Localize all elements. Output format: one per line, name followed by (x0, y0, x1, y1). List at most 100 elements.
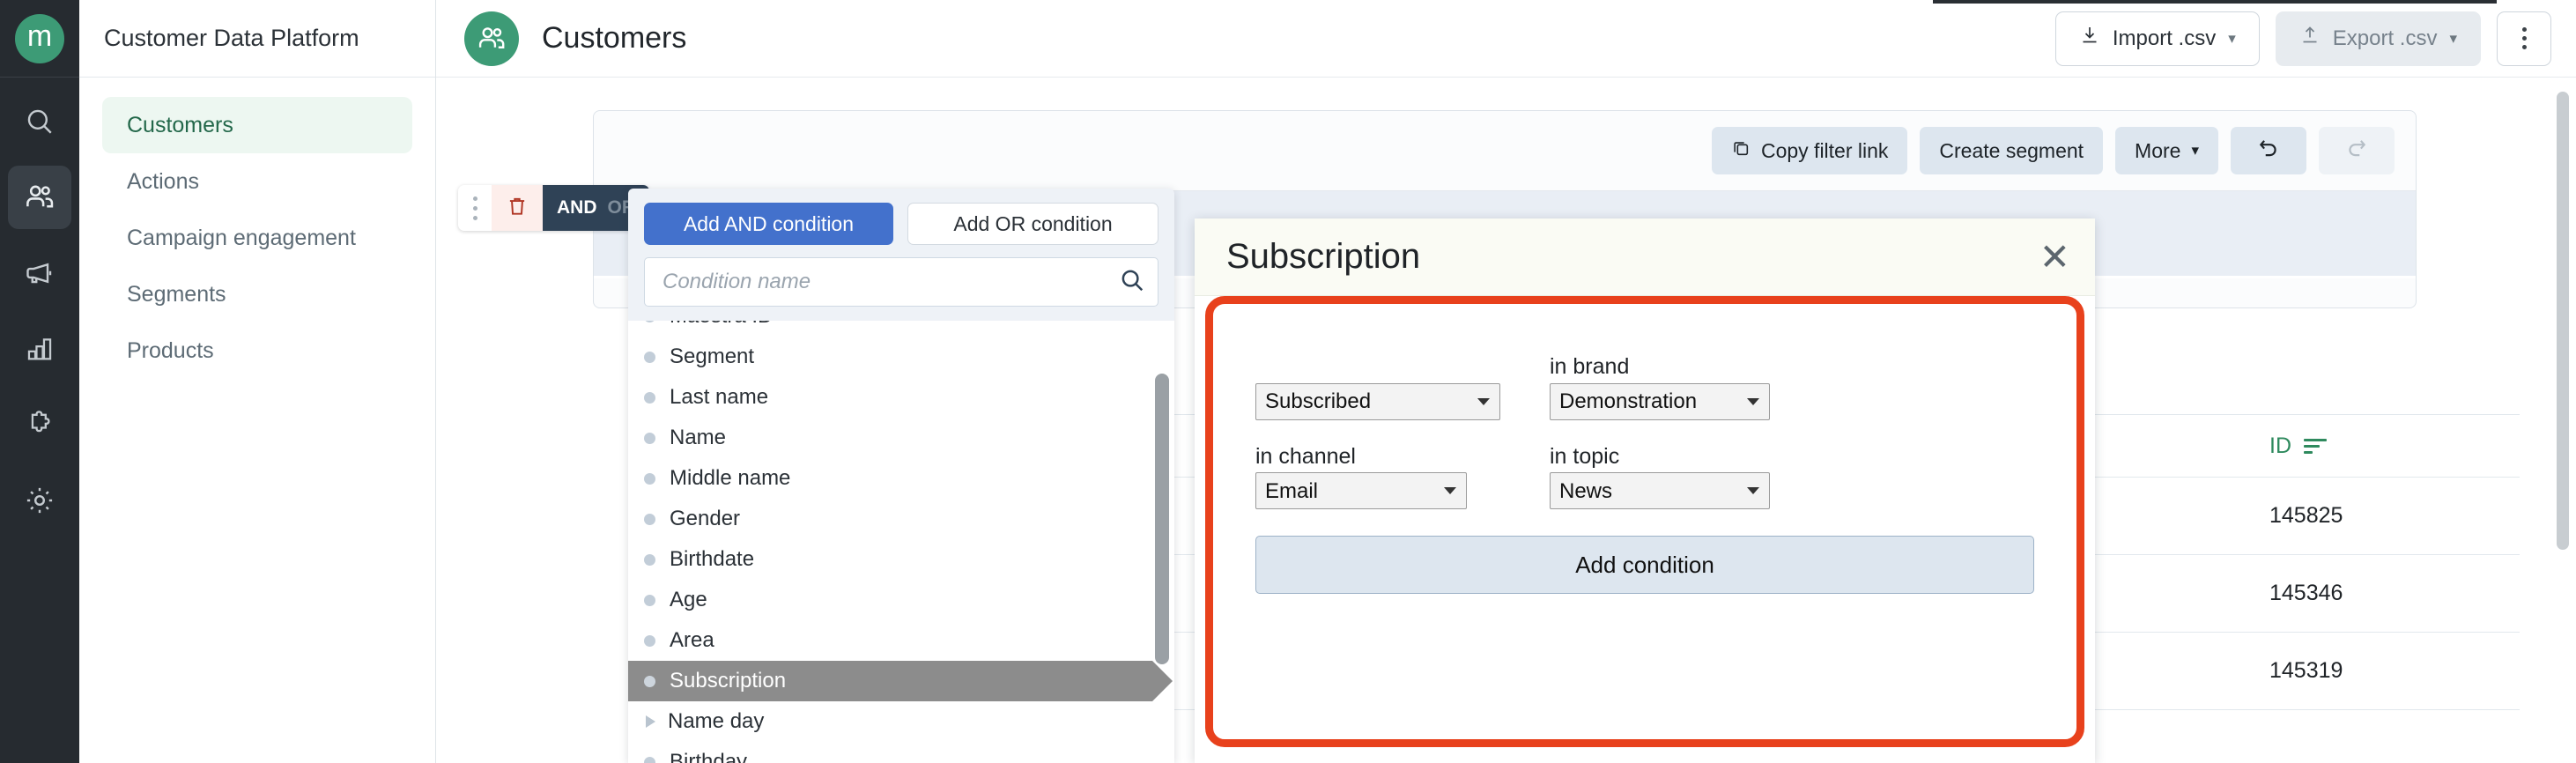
kebab-dot (2521, 45, 2527, 49)
add-or-condition-button[interactable]: Add OR condition (907, 203, 1158, 245)
condition-item-name[interactable]: Name (628, 418, 1174, 458)
chevron-right-icon (646, 715, 655, 728)
subscription-panel-header: Subscription ✕ (1195, 219, 2095, 296)
more-label: More (2135, 138, 2181, 162)
search-icon[interactable] (1119, 267, 1145, 298)
page-customers-icon (464, 11, 519, 66)
kebab-dot (2521, 27, 2527, 32)
condition-handle: AND OR (458, 185, 649, 231)
condition-item-label: Age (670, 588, 707, 611)
undo-button[interactable] (2231, 127, 2306, 174)
sidebar-item-segments[interactable]: Segments (102, 266, 412, 322)
copy-filter-link-label: Copy filter link (1760, 138, 1889, 162)
secondary-sidebar: Customer Data Platform Customers Actions… (79, 0, 436, 763)
bullet-icon (644, 594, 655, 606)
condition-list-scrollbar[interactable] (1155, 374, 1169, 664)
sidebar-item-customers[interactable]: Customers (102, 97, 412, 153)
chevron-down-icon: ▾ (2449, 29, 2457, 47)
bullet-icon (644, 472, 655, 485)
drag-handle-icon[interactable] (458, 185, 492, 231)
condition-item-label: Birthdate (670, 547, 755, 571)
condition-search-input[interactable] (661, 269, 1119, 295)
column-header-id-label: ID (2269, 433, 2291, 458)
subscription-fields-row-2: in channel Email in topic News (1255, 443, 2034, 509)
customers-icon (23, 181, 56, 214)
condition-item-age[interactable]: Age (628, 580, 1174, 620)
condition-item-gender[interactable]: Gender (628, 499, 1174, 539)
condition-item-last-name[interactable]: Last name (628, 377, 1174, 418)
condition-search-box[interactable] (644, 257, 1158, 307)
condition-item-name-day[interactable]: Name day (628, 701, 1174, 742)
page-title: Customers (542, 21, 687, 55)
condition-item-birthdate[interactable]: Birthdate (628, 539, 1174, 580)
icon-rail: m (0, 0, 79, 763)
bullet-icon (644, 513, 655, 525)
sidebar-item-label: Actions (127, 168, 199, 194)
subscription-status-select[interactable]: Subscribed (1255, 382, 1500, 420)
sidebar-item-actions[interactable]: Actions (102, 153, 412, 210)
more-options-button[interactable] (2497, 11, 2551, 66)
rail-campaigns-button[interactable] (8, 241, 71, 305)
condition-item-middle-name[interactable]: Middle name (628, 458, 1174, 499)
copy-filter-link-button[interactable]: Copy filter link (1711, 127, 1908, 174)
sidebar-item-products[interactable]: Products (102, 322, 412, 379)
bullet-icon (644, 391, 655, 404)
add-condition-submit-button[interactable]: Add condition (1255, 536, 2034, 594)
page-header: Customers Import .csv ▾ Export .csv ▾ (436, 0, 2576, 78)
copy-icon (1731, 138, 1751, 163)
condition-item-maestra-id[interactable]: Maestra ID (628, 321, 1174, 337)
import-csv-button[interactable]: Import .csv ▾ (2054, 11, 2260, 66)
create-segment-button[interactable]: Create segment (1920, 127, 2104, 174)
condition-item-label: Name (670, 426, 727, 449)
column-header-id[interactable]: ID (2255, 433, 2520, 459)
sidebar-item-campaign-engagement[interactable]: Campaign engagement (102, 210, 412, 266)
rail-search-button[interactable] (8, 90, 71, 153)
in-channel-label: in channel (1255, 443, 1356, 469)
condition-item-birthday[interactable]: Birthday (628, 742, 1174, 763)
more-button[interactable]: More ▾ (2115, 127, 2218, 174)
subscription-topic-select[interactable]: News (1550, 472, 1770, 509)
condition-search-wrap (628, 257, 1174, 319)
undo-icon (2257, 137, 2280, 165)
search-icon (25, 107, 55, 137)
export-csv-button[interactable]: Export .csv ▾ (2275, 11, 2481, 66)
and-option[interactable]: AND (557, 197, 597, 219)
download-icon (2079, 25, 2100, 52)
bar-chart-icon (25, 334, 55, 364)
condition-item-label: Area (670, 628, 714, 652)
add-condition-submit-label: Add condition (1575, 551, 1714, 578)
bullet-icon (644, 756, 655, 763)
add-and-condition-label: Add AND condition (683, 211, 855, 235)
bullet-icon (644, 351, 655, 363)
condition-item-segment[interactable]: Segment (628, 337, 1174, 377)
condition-item-area[interactable]: Area (628, 620, 1174, 661)
condition-item-label: Middle name (670, 466, 791, 490)
trash-icon (506, 195, 529, 222)
bullet-icon (644, 321, 655, 322)
redo-button[interactable] (2319, 127, 2395, 174)
header-actions: Import .csv ▾ Export .csv ▾ (2054, 11, 2551, 66)
import-csv-label: Import .csv (2112, 26, 2217, 50)
page-scrollbar[interactable] (2557, 92, 2569, 550)
bullet-icon (644, 634, 655, 647)
rail-settings-button[interactable] (8, 469, 71, 532)
condition-item-label: Maestra ID (670, 321, 773, 329)
close-icon[interactable]: ✕ (2039, 238, 2070, 276)
condition-list[interactable]: Maestra ID Segment Last name Name Middle… (628, 321, 1174, 763)
app-title: Customer Data Platform (104, 25, 359, 51)
rail-integrations-button[interactable] (8, 393, 71, 456)
cell-id: 145825 (2269, 503, 2343, 528)
subscription-channel-select[interactable]: Email (1255, 472, 1467, 509)
condition-item-label: Birthday (670, 750, 748, 763)
add-and-condition-button[interactable]: Add AND condition (644, 203, 893, 245)
rail-customers-button[interactable] (8, 166, 71, 229)
in-topic-label: in topic (1550, 443, 1620, 469)
sidebar-item-label: Products (127, 337, 214, 363)
subscription-brand-select[interactable]: Demonstration (1550, 382, 1770, 420)
rail-analytics-button[interactable] (8, 317, 71, 381)
subscription-brand-wrap: Demonstration (1550, 382, 1770, 420)
condition-item-subscription[interactable]: Subscription (628, 661, 1173, 701)
app-logo[interactable]: m (0, 0, 79, 78)
subscription-condition-panel: Subscription ✕ Subscribed in brand Demon… (1195, 219, 2095, 763)
delete-condition-button[interactable] (492, 185, 543, 231)
